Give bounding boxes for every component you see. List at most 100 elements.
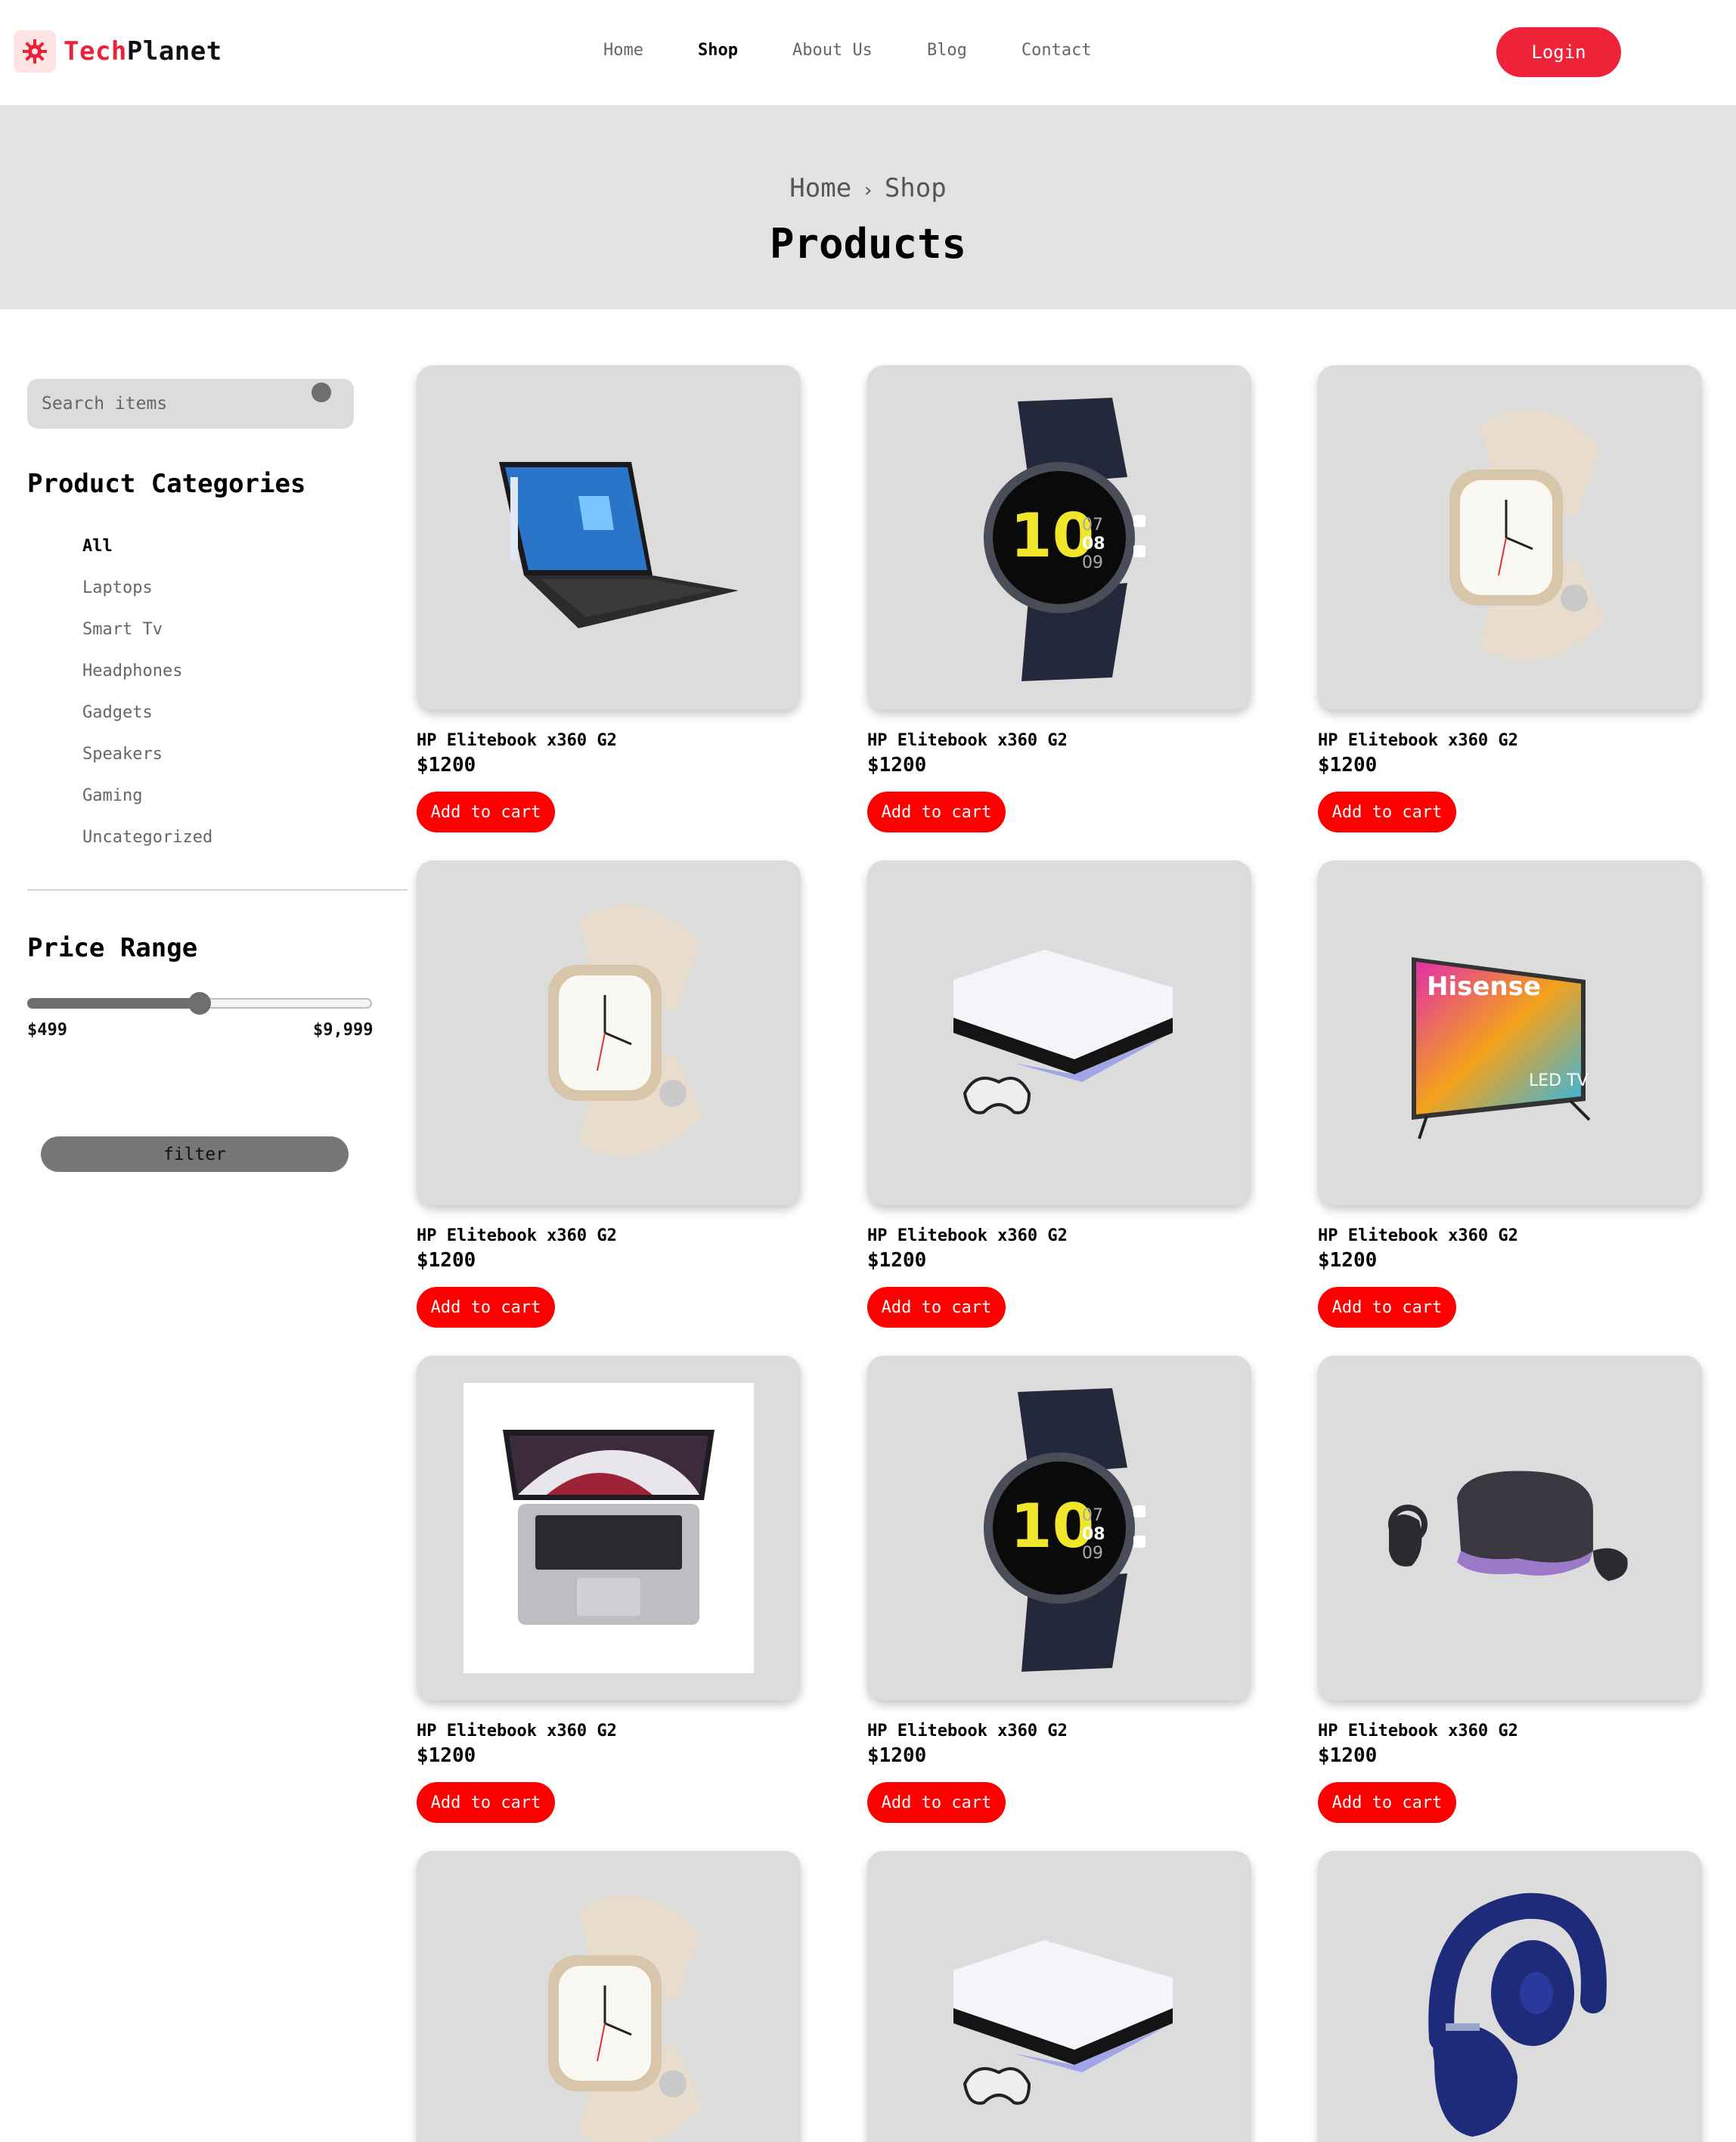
product-card: [867, 1851, 1251, 2142]
product-card: HP Elitebook x360 G2 $1200 Add to cart: [417, 365, 801, 832]
add-to-cart-button[interactable]: Add to cart: [867, 1782, 1006, 1823]
category-headphones[interactable]: Headphones: [82, 662, 212, 703]
product-image[interactable]: [417, 1851, 801, 2142]
breadcrumb: Home › Shop: [0, 173, 1736, 203]
product-price: $1200: [1318, 754, 1378, 777]
product-price: $1200: [1318, 1249, 1378, 1272]
category-list: All Laptops Smart Tv Headphones Gadgets …: [82, 537, 212, 870]
main-nav: Home Shop About Us Blog Contact: [603, 41, 1146, 60]
product-name[interactable]: HP Elitebook x360 G2: [867, 731, 1068, 750]
product-image[interactable]: [1318, 1356, 1702, 1700]
category-gaming[interactable]: Gaming: [82, 786, 212, 828]
search-box: [27, 379, 354, 429]
logo-text-tech: Tech: [64, 36, 127, 67]
product-image[interactable]: [417, 365, 801, 710]
svg-text:09: 09: [1082, 553, 1103, 572]
sidebar-divider: [27, 889, 408, 891]
product-image[interactable]: [417, 1356, 801, 1700]
price-slider-handle[interactable]: [188, 992, 211, 1015]
nav-shop[interactable]: Shop: [698, 41, 738, 60]
product-card: HP Elitebook x360 G2 $1200 Add to cart: [417, 860, 801, 1328]
product-card: HP Elitebook x360 G2 $1200 Add to cart: [1318, 1356, 1702, 1823]
product-name[interactable]: HP Elitebook x360 G2: [867, 1722, 1068, 1741]
product-image[interactable]: [417, 860, 801, 1205]
product-name[interactable]: HP Elitebook x360 G2: [1318, 731, 1518, 750]
category-speakers[interactable]: Speakers: [82, 745, 212, 786]
page-title: Products: [769, 220, 967, 268]
product-image[interactable]: [867, 860, 1251, 1205]
svg-text:09: 09: [1082, 1544, 1103, 1563]
category-gadgets[interactable]: Gadgets: [82, 703, 212, 745]
svg-text:07: 07: [1082, 1506, 1103, 1525]
add-to-cart-button[interactable]: Add to cart: [867, 1287, 1006, 1328]
nav-home[interactable]: Home: [603, 41, 643, 60]
price-slider-fill: [27, 998, 200, 1009]
product-price: $1200: [867, 754, 927, 777]
product-image[interactable]: [867, 1851, 1251, 2142]
svg-text:07: 07: [1082, 516, 1103, 535]
product-price: $1200: [867, 1249, 927, 1272]
product-price: $1200: [417, 1744, 476, 1767]
tv-brand-text: Hisense: [1427, 972, 1541, 1002]
login-button[interactable]: Login: [1496, 27, 1621, 77]
svg-text:08: 08: [1082, 1525, 1105, 1544]
search-input[interactable]: [27, 379, 354, 429]
price-range-heading: Price Range: [27, 933, 198, 963]
nav-about-us[interactable]: About Us: [792, 41, 873, 60]
product-image[interactable]: 10 07 08 09: [867, 1356, 1251, 1700]
breadcrumb-home[interactable]: Home: [789, 173, 851, 203]
add-to-cart-button[interactable]: Add to cart: [867, 792, 1006, 832]
logo-text: TechPlanet: [64, 36, 222, 67]
product-name[interactable]: HP Elitebook x360 G2: [417, 1722, 617, 1741]
tv-badge-text: LED TV: [1529, 1071, 1589, 1090]
product-card: [1318, 1851, 1702, 2142]
search-icon[interactable]: [312, 383, 331, 402]
add-to-cart-button[interactable]: Add to cart: [1318, 1782, 1456, 1823]
product-card: [417, 1851, 801, 2142]
add-to-cart-button[interactable]: Add to cart: [417, 1782, 555, 1823]
product-card: HP Elitebook x360 G2 $1200 Add to cart: [867, 860, 1251, 1328]
add-to-cart-button[interactable]: Add to cart: [417, 1287, 555, 1328]
svg-text:08: 08: [1082, 535, 1105, 553]
add-to-cart-button[interactable]: Add to cart: [1318, 1287, 1456, 1328]
macbook-icon: [463, 1383, 754, 1673]
logo-gear-icon: [14, 30, 56, 73]
add-to-cart-button[interactable]: Add to cart: [417, 792, 555, 832]
smartwatch-dark-icon: 10 07 08 09: [984, 398, 1145, 681]
product-card: Hisense LED TV HP Elitebook x360 G2 $120…: [1318, 860, 1702, 1328]
product-price: $1200: [417, 1249, 476, 1272]
headphones-icon: [1428, 1892, 1607, 2137]
add-to-cart-button[interactable]: Add to cart: [1318, 792, 1456, 832]
product-name[interactable]: HP Elitebook x360 G2: [1318, 1722, 1518, 1741]
product-card: 10 07 08 09 HP Elitebook x360 G2 $1200 A…: [867, 1356, 1251, 1823]
filter-button[interactable]: filter: [41, 1136, 349, 1172]
category-smart-tv[interactable]: Smart Tv: [82, 620, 212, 662]
product-card: HP Elitebook x360 G2 $1200 Add to cart: [1318, 365, 1702, 832]
laptop-icon: [499, 462, 739, 628]
category-laptops[interactable]: Laptops: [82, 578, 212, 620]
categories-heading: Product Categories: [27, 469, 306, 499]
page-banner: Home › Shop Products: [0, 105, 1736, 309]
logo-text-planet: Planet: [126, 36, 222, 67]
nav-blog[interactable]: Blog: [927, 41, 967, 60]
smartwatch-light-icon: [548, 1895, 703, 2142]
game-console-icon: [953, 1940, 1173, 2105]
product-image[interactable]: [1318, 365, 1702, 710]
product-name[interactable]: HP Elitebook x360 G2: [417, 731, 617, 750]
product-image[interactable]: Hisense LED TV: [1318, 860, 1702, 1205]
product-price: $1200: [1318, 1744, 1378, 1767]
logo[interactable]: TechPlanet: [14, 30, 222, 73]
product-name[interactable]: HP Elitebook x360 G2: [867, 1226, 1068, 1245]
smart-tv-icon: Hisense LED TV: [1412, 957, 1591, 1139]
product-price: $1200: [867, 1744, 927, 1767]
vr-headset-icon: [1388, 1471, 1628, 1581]
category-uncategorized[interactable]: Uncategorized: [82, 828, 212, 870]
product-name[interactable]: HP Elitebook x360 G2: [1318, 1226, 1518, 1245]
smartwatch-light-icon: [548, 904, 703, 1157]
site-header: TechPlanet Home Shop About Us Blog Conta…: [0, 0, 1736, 105]
product-name[interactable]: HP Elitebook x360 G2: [417, 1226, 617, 1245]
nav-contact[interactable]: Contact: [1021, 41, 1092, 60]
product-image[interactable]: [1318, 1851, 1702, 2142]
product-image[interactable]: 10 07 08 09: [867, 365, 1251, 710]
category-all[interactable]: All: [82, 537, 212, 578]
